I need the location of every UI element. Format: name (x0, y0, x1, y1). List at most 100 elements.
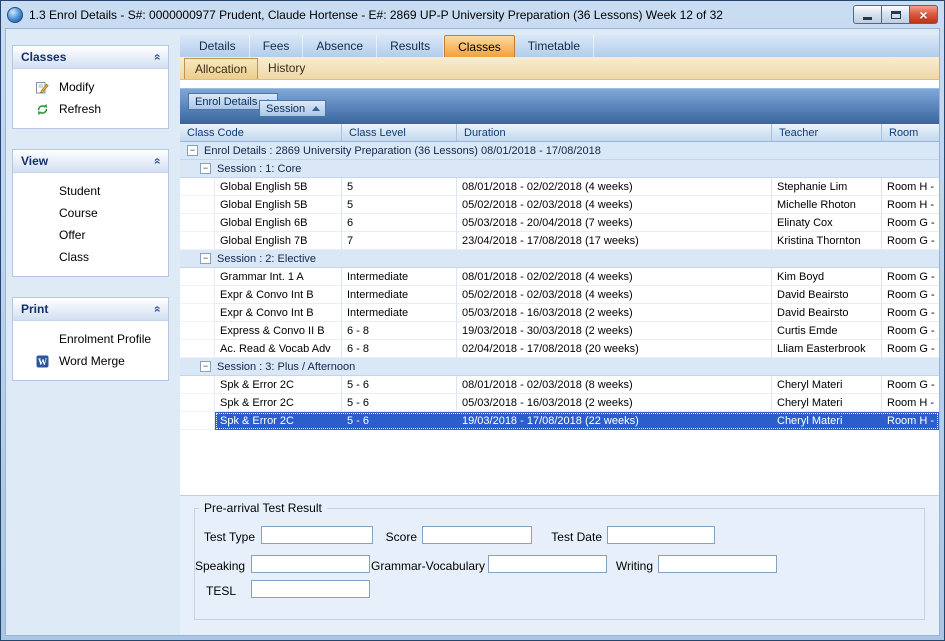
row-indent (180, 268, 215, 286)
cell-room: Room G - (882, 286, 939, 304)
sidebar-item-modify[interactable]: Modify (13, 76, 168, 98)
cell-class-level: Intermediate (342, 304, 457, 322)
cell-class-level: Intermediate (342, 286, 457, 304)
cell-duration: 05/03/2018 - 16/03/2018 (2 weeks) (457, 304, 772, 322)
speaking-input[interactable] (251, 555, 370, 573)
window-body: Classes»ModifyRefreshView»StudentCourseO… (5, 28, 940, 636)
window-title: 1.3 Enrol Details - S#: 0000000977 Prude… (29, 8, 848, 22)
panel-header-print[interactable]: Print» (13, 298, 168, 321)
chevron-up-icon: » (150, 306, 164, 313)
cell-teacher: Kim Boyd (772, 268, 882, 286)
group-by-panel: Enrol DetailsSession (180, 88, 939, 124)
test-type-label: Test Type (201, 530, 255, 544)
test-date-input[interactable] (607, 526, 715, 544)
test-type-input[interactable] (261, 526, 373, 544)
cell-class-code: Spk & Error 2C (215, 412, 342, 430)
row-indent (180, 196, 215, 214)
column-header-room[interactable]: Room (882, 124, 939, 141)
column-header-duration[interactable]: Duration (457, 124, 772, 141)
sidebar-item-label: Course (59, 206, 98, 220)
sidebar-item-course[interactable]: Course (13, 202, 168, 224)
group-by-label: Session (266, 103, 305, 115)
cell-teacher: David Beairsto (772, 304, 882, 322)
titlebar[interactable]: 1.3 Enrol Details - S#: 0000000977 Prude… (5, 1, 940, 28)
column-header-class-level[interactable]: Class Level (342, 124, 457, 141)
grammar-vocabulary-input[interactable] (488, 555, 607, 573)
sort-ascending-icon (312, 106, 320, 111)
tab-fees[interactable]: Fees (250, 35, 304, 57)
sidebar-item-word-merge[interactable]: WWord Merge (13, 350, 168, 372)
group-row-label: Session : 2: Elective (217, 253, 316, 265)
group-row-level-2[interactable]: −Session : 1: Core (180, 160, 939, 178)
collapse-icon[interactable]: − (200, 361, 211, 372)
subtab-history[interactable]: History (258, 57, 315, 79)
cell-duration: 23/04/2018 - 17/08/2018 (17 weeks) (457, 232, 772, 250)
sidebar-item-label: Student (59, 184, 100, 198)
grid-row[interactable]: Grammar Int. 1 AIntermediate08/01/2018 -… (180, 268, 939, 286)
grid-row[interactable]: Expr & Convo Int BIntermediate05/03/2018… (180, 304, 939, 322)
group-row-label: Session : 3: Plus / Afternoon (217, 361, 355, 373)
close-button[interactable]: × (909, 5, 938, 24)
grid-row[interactable]: Spk & Error 2C5 - 605/03/2018 - 16/03/20… (180, 394, 939, 412)
column-header-teacher[interactable]: Teacher (772, 124, 882, 141)
grid-row[interactable]: Spk & Error 2C5 - 608/01/2018 - 02/03/20… (180, 376, 939, 394)
grammar-vocabulary-label: Grammar-Vocabulary (371, 559, 483, 573)
cell-teacher: Cheryl Materi (772, 412, 882, 430)
score-input[interactable] (422, 526, 532, 544)
grid-row[interactable]: Global English 7B723/04/2018 - 17/08/201… (180, 232, 939, 250)
row-indent (180, 394, 215, 412)
cell-teacher: Lliam Easterbrook (772, 340, 882, 358)
sidebar: Classes» Modify Refresh View» Student Course O… (12, 45, 169, 401)
grid-row[interactable]: Global English 5B505/02/2018 - 02/03/201… (180, 196, 939, 214)
group-row-level-2[interactable]: −Session : 3: Plus / Afternoon (180, 358, 939, 376)
collapse-icon[interactable]: − (200, 253, 211, 264)
collapse-icon[interactable]: − (200, 163, 211, 174)
panel-header-view[interactable]: View» (13, 150, 168, 173)
row-indent (180, 340, 215, 358)
row-indent (180, 304, 215, 322)
allocation-tab-page: Enrol DetailsSession Class CodeClass Lev… (180, 80, 939, 635)
cell-room: Room G - (882, 214, 939, 232)
sidebar-item-class[interactable]: Class (13, 246, 168, 268)
group-by-button-session[interactable]: Session (259, 100, 326, 117)
writing-input[interactable] (658, 555, 777, 573)
cell-class-level: 5 - 6 (342, 412, 457, 430)
sidebar-item-student[interactable]: Student (13, 180, 168, 202)
tab-absence[interactable]: Absence (303, 35, 377, 57)
group-row-label: Session : 1: Core (217, 163, 301, 175)
cell-duration: 19/03/2018 - 17/08/2018 (22 weeks) (457, 412, 772, 430)
tab-classes[interactable]: Classes (444, 35, 515, 57)
cell-class-code: Express & Convo II B (215, 322, 342, 340)
cell-room: Room G - (882, 304, 939, 322)
cell-teacher: Michelle Rhoton (772, 196, 882, 214)
group-row-level-2[interactable]: −Session : 2: Elective (180, 250, 939, 268)
grid-row[interactable]: Spk & Error 2C5 - 619/03/2018 - 17/08/20… (180, 412, 939, 430)
tab-results[interactable]: Results (377, 35, 444, 57)
sidebar-item-refresh[interactable]: Refresh (13, 98, 168, 120)
tab-details[interactable]: Details (186, 35, 250, 57)
grid-row[interactable]: Express & Convo II B6 - 819/03/2018 - 30… (180, 322, 939, 340)
cell-room: Room H - (882, 196, 939, 214)
maximize-button[interactable] (881, 5, 910, 24)
tab-timetable[interactable]: Timetable (515, 35, 594, 57)
blank-icon-slot (33, 228, 51, 242)
cell-class-level: Intermediate (342, 268, 457, 286)
grid-row[interactable]: Global English 6B605/03/2018 - 20/04/201… (180, 214, 939, 232)
cell-duration: 08/01/2018 - 02/02/2018 (4 weeks) (457, 178, 772, 196)
group-row-level-1[interactable]: −Enrol Details : 2869 University Prepara… (180, 142, 939, 160)
cell-duration: 05/03/2018 - 20/04/2018 (7 weeks) (457, 214, 772, 232)
subtab-allocation[interactable]: Allocation (184, 58, 258, 79)
tesl-input[interactable] (251, 580, 370, 598)
minimize-button[interactable] (853, 5, 882, 24)
sidebar-item-enrolment-profile[interactable]: Enrolment Profile (13, 328, 168, 350)
panel-header-classes[interactable]: Classes» (13, 46, 168, 69)
grid-row[interactable]: Ac. Read & Vocab Adv6 - 802/04/2018 - 17… (180, 340, 939, 358)
column-header-class-code[interactable]: Class Code (180, 124, 342, 141)
sidebar-item-offer[interactable]: Offer (13, 224, 168, 246)
sidebar-item-label: Refresh (59, 102, 101, 116)
cell-class-code: Expr & Convo Int B (215, 286, 342, 304)
grid-row[interactable]: Expr & Convo Int BIntermediate05/02/2018… (180, 286, 939, 304)
collapse-icon[interactable]: − (187, 145, 198, 156)
grid-row[interactable]: Global English 5B508/01/2018 - 02/02/201… (180, 178, 939, 196)
chevron-up-icon: » (150, 158, 164, 165)
